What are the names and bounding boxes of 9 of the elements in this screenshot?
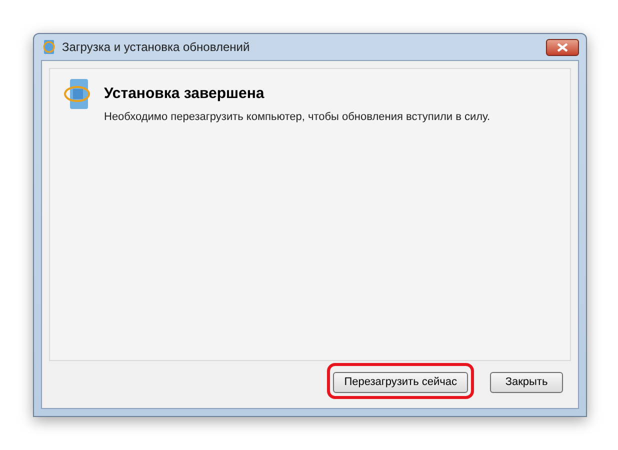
status-message: Необходимо перезагрузить компьютер, чтобы обновления вступили в силу. [104, 110, 490, 124]
status-heading: Установка завершена [104, 84, 266, 104]
close-icon [557, 42, 568, 52]
update-icon [41, 39, 57, 55]
dialog-button[interactable]: Закрыть [490, 372, 563, 393]
close-button[interactable] [546, 38, 579, 56]
window-title: Загрузка и установка обновлений [62, 39, 250, 56]
update-icon [64, 77, 90, 111]
dialog-button[interactable]: Перезагрузить сейчас [333, 372, 468, 393]
